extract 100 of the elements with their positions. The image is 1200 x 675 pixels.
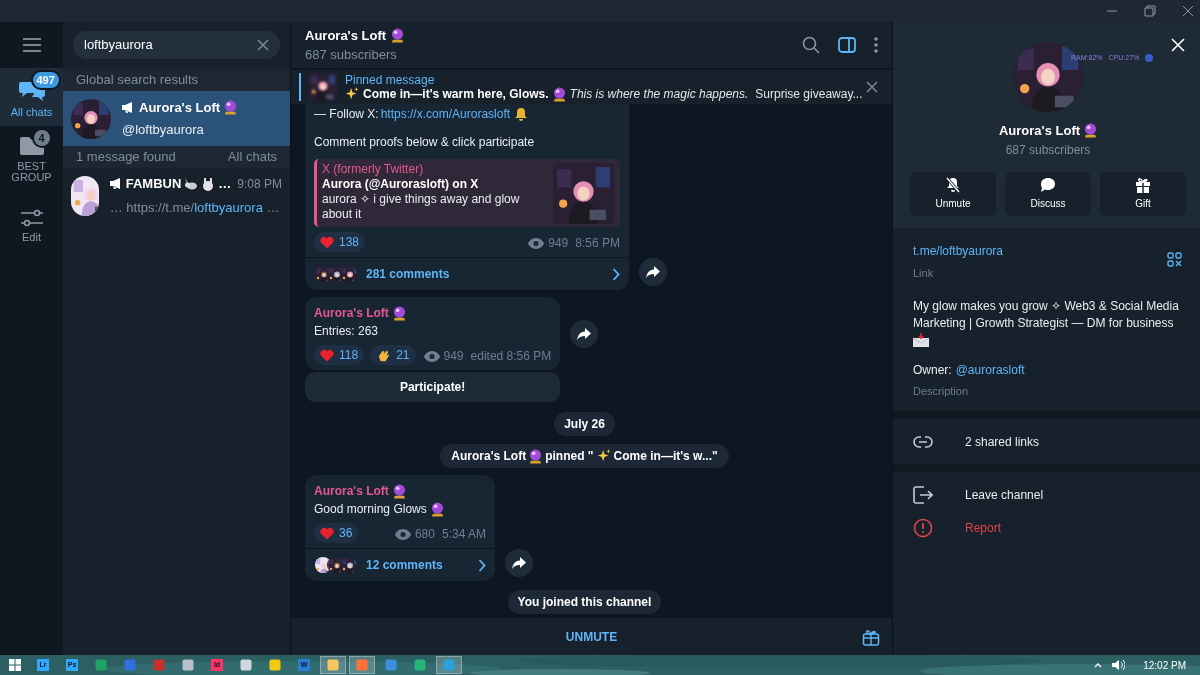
message-time: edited 8:56 PM — [470, 348, 552, 365]
view-count: 949 — [548, 235, 569, 252]
crystal-ball-icon — [529, 448, 543, 464]
view-count: 680 — [414, 526, 435, 543]
section-header: 1 message found — [76, 148, 176, 167]
message-time: 5:34 AM — [441, 526, 486, 543]
sidebar-icon[interactable] — [838, 37, 856, 53]
eye-icon — [394, 528, 411, 540]
link-preview[interactable]: X (formerly Twitter) Aurora (@Aurorasloft) on X aurora ✧ i give things away and glow about it — [314, 159, 620, 227]
windows-start-icon[interactable] — [9, 659, 21, 671]
share-button[interactable] — [570, 319, 599, 348]
megaphone-icon — [122, 101, 135, 113]
message-text: Good morning Glows — [314, 501, 427, 518]
gift-icon[interactable] — [862, 627, 880, 646]
owner-link[interactable]: @aurorasloft — [955, 360, 1025, 379]
channel-title: Aurora's Loft — [305, 26, 387, 45]
speech-bubble-icon — [1040, 176, 1056, 193]
comments-bar[interactable]: 281 comments — [305, 257, 629, 290]
search-result[interactable]: Aurora's Loft @loftbyaurora — [63, 91, 290, 146]
crystal-ball-icon — [430, 501, 444, 517]
owner-label: Owner: — [913, 361, 952, 379]
comments-count: 281 comments — [366, 266, 451, 283]
profile-action-button[interactable]: Gift — [1100, 171, 1186, 216]
message-link[interactable]: https://x.com/Aurorasloft — [380, 105, 511, 123]
share-button[interactable] — [639, 258, 667, 286]
field-caption: Description — [913, 383, 970, 399]
search-field[interactable]: loftbyaurora — [73, 31, 280, 59]
reaction-count: 118 — [339, 347, 359, 364]
share-button[interactable] — [505, 549, 533, 577]
crystal-ball-icon — [552, 86, 566, 102]
menu-icon[interactable] — [22, 38, 41, 52]
message-result[interactable]: FAMBUN … 9:08 PM … https://t.me/loftbyaurora … — [63, 168, 290, 223]
chat-name: FAMBUN — [125, 175, 182, 193]
reaction-count: 36 — [339, 525, 353, 542]
pinned-text: This is where the magic happens. — [569, 86, 749, 102]
clock[interactable]: 12:02 PM — [1143, 657, 1186, 673]
comments-count: 12 comments — [366, 557, 444, 574]
unread-badge: 497 — [30, 70, 61, 90]
service-text: pinned " — [545, 448, 594, 465]
more-icon[interactable] — [874, 37, 878, 53]
crystal-ball-icon — [224, 99, 238, 115]
rabbit-icon — [184, 177, 199, 191]
field-caption: Link — [913, 266, 935, 281]
share-arrow-icon — [646, 266, 660, 278]
crystal-ball-icon — [392, 305, 406, 321]
service-text: Come in—it's w..." — [613, 448, 718, 465]
profile-action-button[interactable]: Unmute — [910, 171, 996, 216]
shared-links-row[interactable]: 2 shared links — [893, 419, 1200, 464]
reaction-chip[interactable]: 138 — [314, 232, 366, 252]
folder-tab[interactable]: 497 All chats — [0, 68, 63, 126]
folder-label: BEST GROUP — [10, 161, 53, 183]
report-row[interactable]: Report — [893, 511, 1200, 544]
reaction-chip[interactable]: 36 — [314, 523, 359, 543]
profile-action-button[interactable]: Discuss — [1005, 171, 1091, 216]
subscriber-count: 687 subscribers — [305, 46, 398, 64]
overlay-dot-icon — [1145, 54, 1154, 63]
envelope-icon — [913, 332, 929, 347]
message-text: Entries: 263 — [314, 323, 379, 340]
channel-link[interactable]: t.me/loftbyaurora — [913, 242, 1183, 260]
chevron-right-icon — [612, 267, 620, 281]
reaction-count: 21 — [396, 347, 410, 364]
pinned-text: Come in—it's warm here, Glows. — [363, 86, 549, 102]
search-icon[interactable] — [802, 36, 820, 54]
speaker-icon[interactable] — [1112, 659, 1126, 671]
pinned-text: Surprise giveaway... — [755, 86, 863, 102]
eye-icon — [423, 350, 440, 362]
clear-icon[interactable] — [257, 39, 269, 51]
preview-description: aurora ✧ i give things away and glow about it — [322, 192, 521, 222]
preview-site: X (formerly Twitter) — [322, 162, 425, 177]
tray-chevron-icon[interactable] — [1094, 662, 1103, 668]
message-snippet: … https://t.me/loftbyaurora … — [109, 198, 281, 217]
heart-icon — [320, 235, 334, 249]
taskbar-app[interactable] — [320, 656, 346, 674]
gift-icon — [1135, 176, 1151, 193]
unmute-button[interactable]: UNMUTE — [291, 618, 892, 655]
reaction-chip[interactable]: 21 — [370, 345, 416, 365]
qr-code-icon[interactable] — [1167, 252, 1182, 267]
close-icon — [1182, 5, 1194, 17]
folder-label: Edit — [21, 232, 42, 243]
channel-bio: My glow makes you grow ✧ Web3 & Social Media Marketing | Growth Strategist — DM for business — [913, 297, 1180, 332]
section-header: Global search results — [76, 70, 199, 89]
leave-channel-row[interactable]: Leave channel — [893, 478, 1200, 511]
muted-bell-icon — [945, 176, 961, 193]
exit-icon — [913, 485, 933, 504]
folder-tab[interactable]: 4 BEST GROUP — [0, 126, 63, 191]
sparkles-icon — [596, 449, 611, 463]
pinned-label: Pinned message — [345, 72, 436, 87]
reaction-chip[interactable]: 118 — [314, 345, 365, 365]
eye-icon — [528, 237, 545, 249]
comments-bar[interactable]: 12 comments — [305, 548, 495, 581]
chat-name: … — [218, 175, 232, 193]
warning-circle-icon — [913, 517, 933, 538]
message-author: Aurora's Loft — [314, 305, 389, 322]
search-input: loftbyaurora — [84, 35, 257, 55]
pinned-message-bar[interactable]: Pinned message Come in—it's warm here, Glows. This is where the magic happens. Surprise giveaway... — [291, 68, 892, 104]
participate-button[interactable]: Participate! — [305, 372, 561, 402]
folder-tab[interactable]: Edit — [0, 199, 63, 251]
message-text: — Follow X: — [314, 106, 379, 123]
share-arrow-icon — [512, 557, 526, 569]
scope-link[interactable]: All chats — [227, 147, 277, 167]
